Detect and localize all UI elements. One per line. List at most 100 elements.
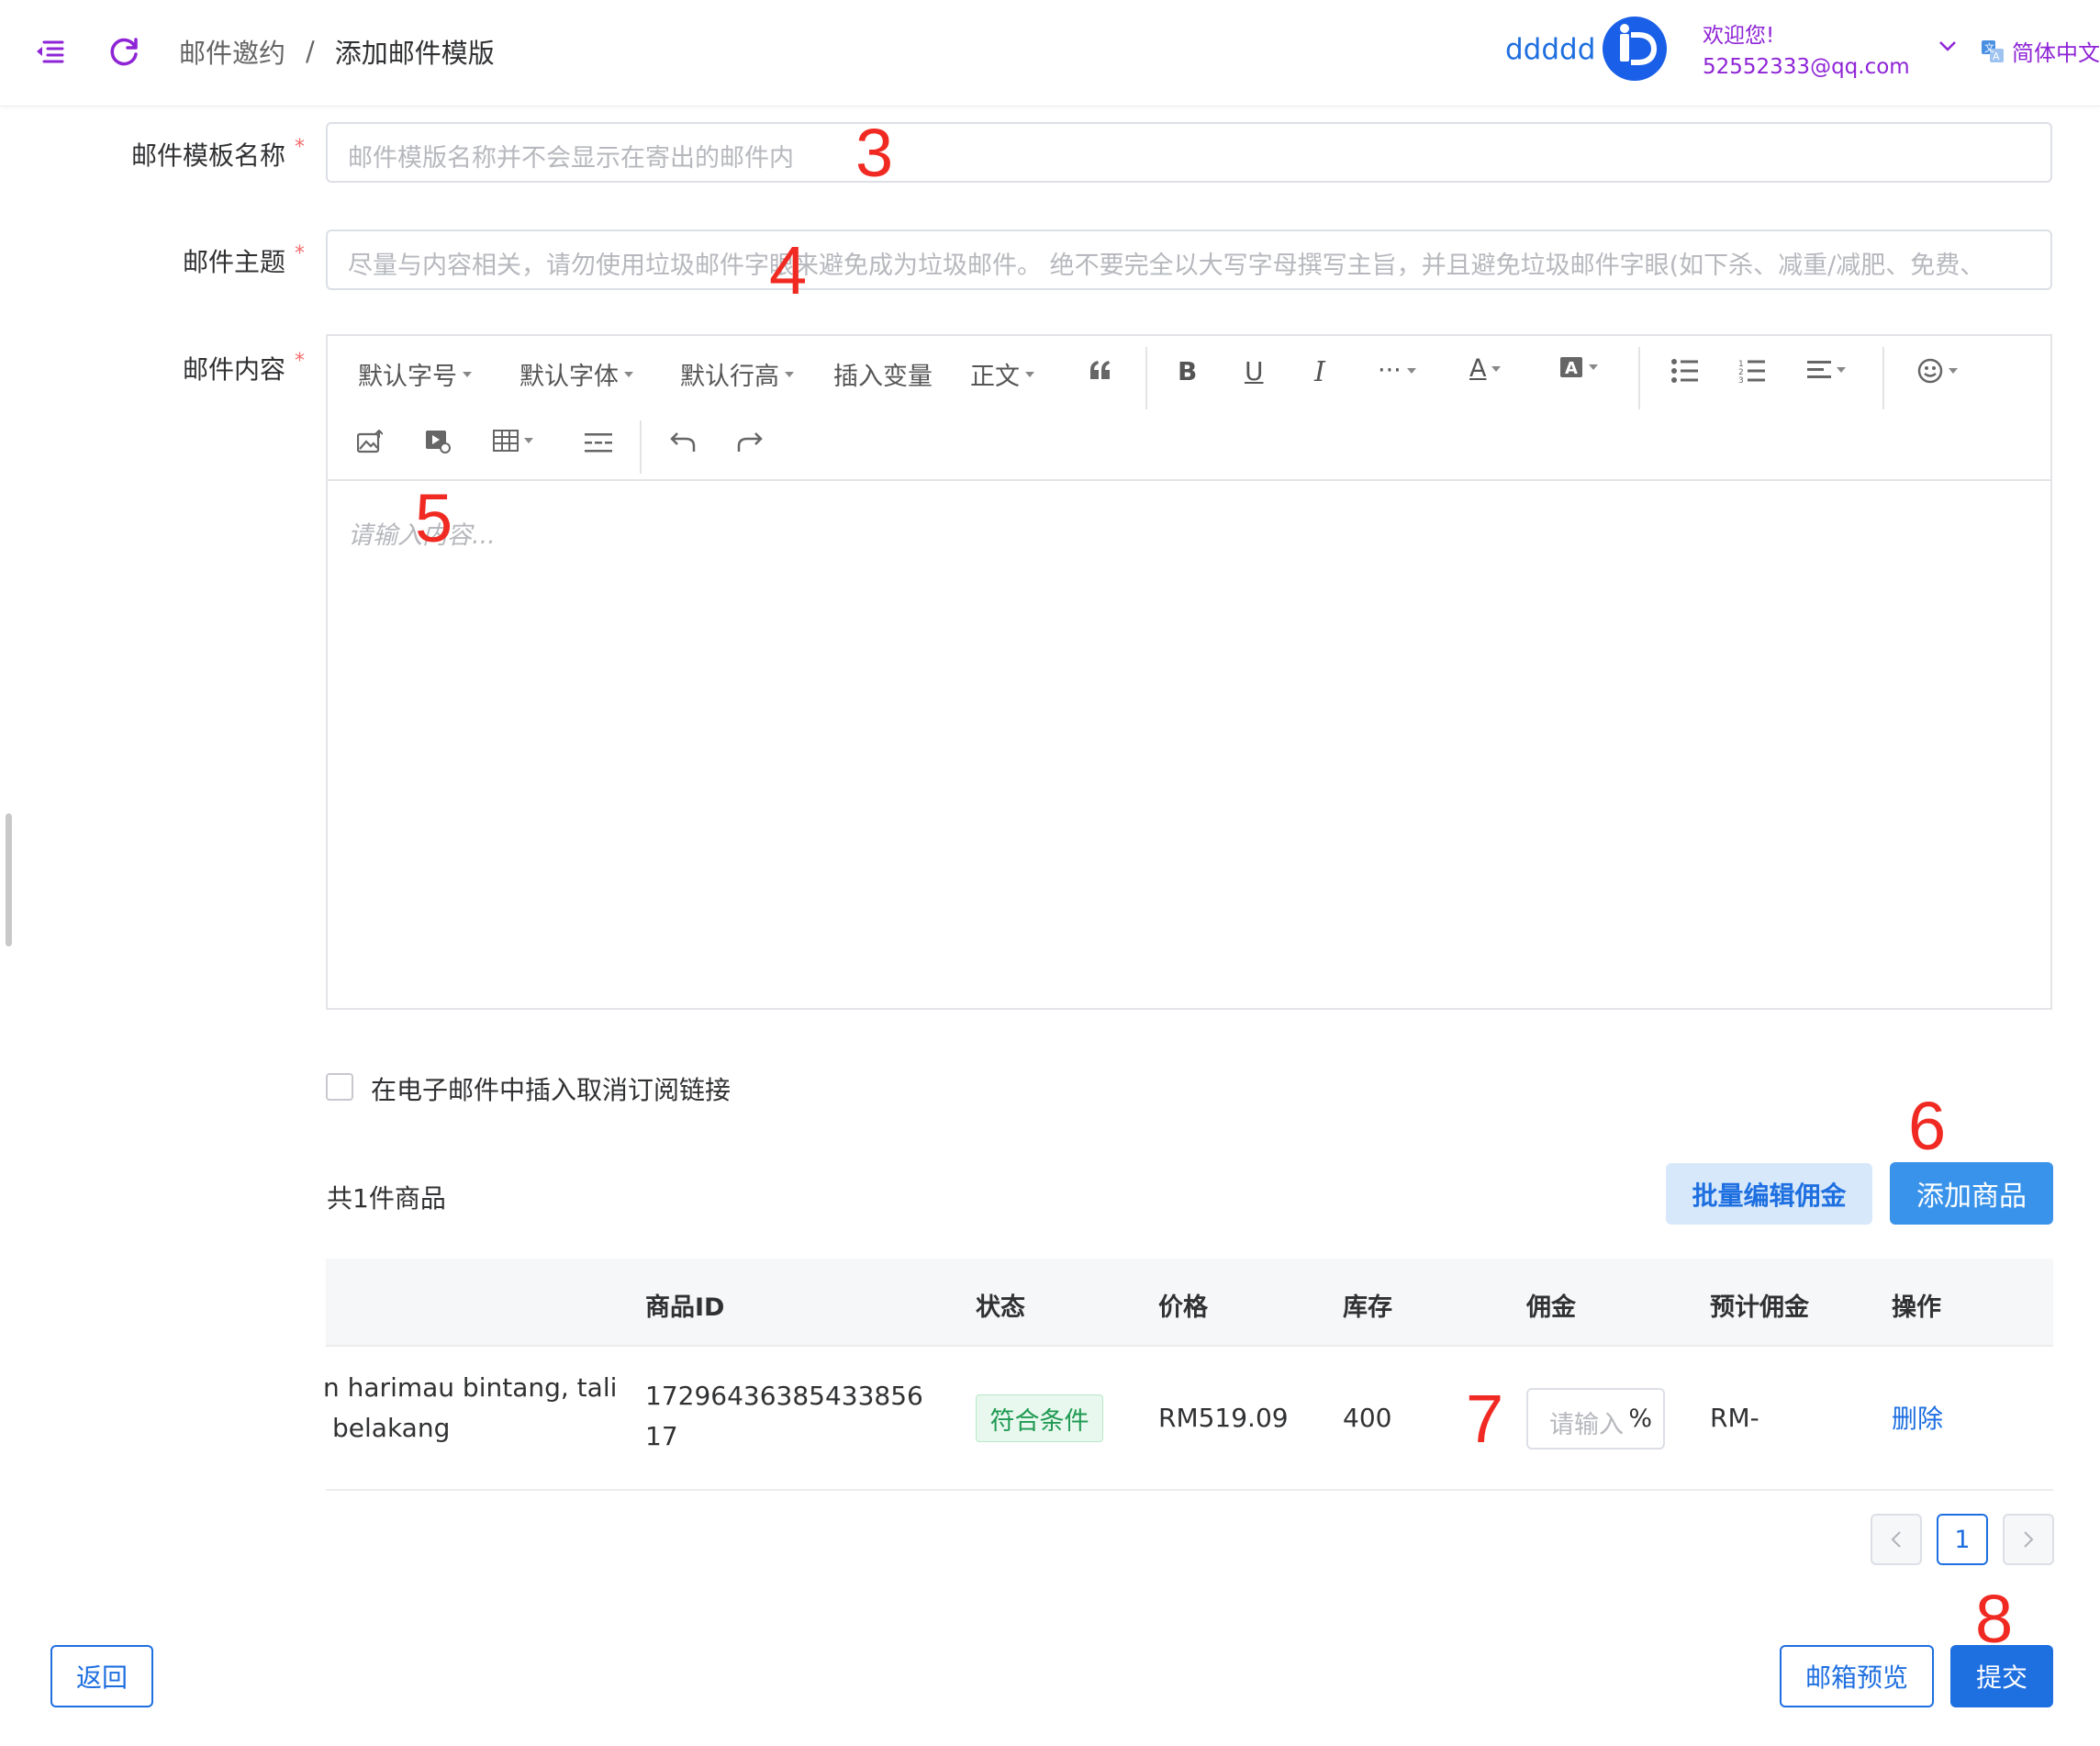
welcome-text: 欢迎您! — [1703, 24, 1775, 48]
subject-placeholder: 尽量与内容相关，请勿使用垃圾邮件字眼来避免成为垃圾邮件。 绝不要完全以大写字母撰… — [348, 252, 1985, 280]
menu-fold-icon[interactable] — [28, 29, 72, 73]
breadcrumb-separator: / — [306, 36, 315, 67]
col-action: 操作 — [1892, 1293, 1941, 1322]
font-family-select[interactable]: 默认字体 — [519, 356, 633, 392]
col-stock: 库存 — [1343, 1293, 1392, 1322]
redo-icon[interactable] — [736, 430, 764, 453]
breadcrumb: 邮件邀约 / 添加邮件模版 — [179, 32, 495, 71]
svg-text:3: 3 — [1738, 376, 1744, 383]
font-size-label: 默认字号 — [358, 363, 457, 391]
required-mark: * — [295, 136, 305, 159]
commission-unit: % — [1628, 1405, 1652, 1433]
add-product-button[interactable]: 添加商品 — [1890, 1162, 2053, 1225]
image-icon[interactable] — [357, 430, 383, 453]
template-name-label-text: 邮件模板名称 — [130, 140, 285, 171]
paragraph-select[interactable]: 正文 — [970, 356, 1034, 392]
user-email: 52552333@qq.com — [1703, 55, 1910, 79]
editor-toolbar: 默认字号 默认字体 默认行高 插入变量 正文 B U I ··· A A 123 — [328, 336, 2050, 481]
subject-input[interactable]: 尽量与内容相关，请勿使用垃圾邮件字眼来避免成为垃圾邮件。 绝不要完全以大写字母撰… — [326, 229, 2052, 290]
commission-input[interactable]: 请输入 % — [1526, 1388, 1665, 1449]
scroll-handle[interactable] — [6, 813, 12, 946]
col-product-id: 商品ID — [645, 1293, 725, 1322]
unsubscribe-label[interactable]: 在电子邮件中插入取消订阅链接 — [371, 1070, 731, 1107]
estimated-commission: RM- — [1710, 1403, 1759, 1433]
annotation-4: 4 — [769, 232, 808, 308]
breadcrumb-email-invite[interactable]: 邮件邀约 — [179, 32, 285, 71]
annotation-8: 8 — [1975, 1581, 2014, 1657]
back-button[interactable]: 返回 — [50, 1645, 153, 1707]
italic-icon[interactable]: I — [1314, 356, 1325, 388]
next-page-button[interactable] — [2003, 1514, 2054, 1565]
breadcrumb-current: 添加邮件模版 — [334, 38, 495, 69]
welcome-block: 欢迎您! 52552333@qq.com — [1703, 20, 1910, 83]
top-header: 邮件邀约 / 添加邮件模版 ddddd 欢迎您! 52552333@qq.com… — [0, 0, 2100, 106]
template-name-label: 邮件模板名称 * — [29, 136, 305, 173]
quote-icon[interactable] — [1089, 359, 1112, 381]
video-icon[interactable] — [425, 430, 451, 453]
svg-text:A: A — [1565, 359, 1578, 378]
annotation-3: 3 — [855, 115, 894, 191]
product-id-line1: 17296436385433856 — [645, 1381, 923, 1411]
font-color-icon[interactable]: A — [1469, 354, 1502, 383]
insert-variable-button[interactable]: 插入变量 — [833, 356, 933, 392]
font-family-label: 默认字体 — [519, 363, 619, 391]
prev-page-button[interactable] — [1871, 1514, 1922, 1565]
batch-edit-commission-button[interactable]: 批量编辑佣金 — [1666, 1163, 1872, 1225]
col-status: 状态 — [976, 1293, 1025, 1322]
table-icon[interactable] — [493, 430, 533, 452]
line-height-label: 默认行高 — [680, 363, 779, 391]
subject-label-text: 邮件主题 — [182, 247, 285, 277]
subject-label: 邮件主题 * — [29, 242, 305, 279]
bg-color-icon[interactable]: A — [1559, 356, 1598, 378]
chevron-left-icon — [1891, 1531, 1901, 1548]
bold-icon[interactable]: B — [1178, 356, 1197, 386]
annotation-7: 7 — [1466, 1381, 1504, 1457]
required-mark: * — [295, 242, 305, 265]
product-name: n harimau bintang, tali belakang — [323, 1368, 617, 1449]
status-badge: 符合条件 — [976, 1394, 1103, 1442]
template-name-placeholder: 邮件模版名称并不会显示在寄出的邮件内 — [348, 144, 794, 173]
row-divider — [326, 1489, 2053, 1491]
product-name-line1: n harimau bintang, tali — [323, 1372, 618, 1403]
mailbox-preview-button[interactable]: 邮箱预览 — [1780, 1645, 1934, 1707]
col-estimated-commission: 预计佣金 — [1710, 1293, 1809, 1322]
product-price: RM519.09 — [1158, 1403, 1289, 1433]
translate-icon: 文A — [1981, 39, 2005, 63]
undo-icon[interactable] — [669, 430, 697, 453]
emoji-icon[interactable] — [1917, 358, 1958, 384]
svg-text:A: A — [1993, 50, 2000, 62]
underline-icon[interactable]: U — [1245, 356, 1264, 386]
chevron-down-icon[interactable] — [1937, 37, 1959, 55]
annotation-6: 6 — [1908, 1088, 1947, 1164]
divider-icon[interactable] — [585, 431, 612, 453]
line-height-select[interactable]: 默认行高 — [680, 356, 794, 392]
avatar[interactable] — [1603, 17, 1667, 81]
content-label: 邮件内容 * — [29, 350, 305, 386]
required-mark: * — [295, 350, 305, 373]
commission-placeholder: 请输入 — [1549, 1411, 1624, 1439]
product-count: 共1件商品 — [327, 1183, 446, 1214]
username[interactable]: ddddd — [1505, 33, 1595, 66]
unsubscribe-checkbox[interactable] — [326, 1073, 353, 1101]
paragraph-label: 正文 — [970, 363, 1020, 391]
bullet-list-icon[interactable] — [1671, 359, 1699, 383]
product-stock: 400 — [1343, 1403, 1392, 1433]
content-label-text: 邮件内容 — [182, 354, 285, 385]
numbered-list-icon[interactable]: 123 — [1738, 359, 1766, 383]
col-price: 价格 — [1158, 1293, 1208, 1322]
delete-link[interactable]: 删除 — [1892, 1399, 1943, 1436]
more-icon[interactable]: ··· — [1378, 356, 1416, 385]
col-commission: 佣金 — [1526, 1293, 1576, 1322]
language-label: 简体中文 — [2012, 40, 2100, 66]
product-id: 17296436385433856 17 — [645, 1376, 923, 1457]
language-switch[interactable]: 文A 简体中文 — [1981, 35, 2100, 67]
annotation-5: 5 — [415, 480, 453, 556]
refresh-icon[interactable] — [103, 29, 147, 73]
template-name-input[interactable]: 邮件模版名称并不会显示在寄出的邮件内 — [326, 122, 2052, 183]
page-1-button[interactable]: 1 — [1937, 1514, 1988, 1565]
align-icon[interactable] — [1807, 359, 1846, 381]
font-size-select[interactable]: 默认字号 — [358, 356, 472, 392]
header-divider — [326, 1345, 2053, 1347]
product-name-line2: belakang — [332, 1413, 451, 1443]
product-id-line2: 17 — [645, 1421, 678, 1451]
